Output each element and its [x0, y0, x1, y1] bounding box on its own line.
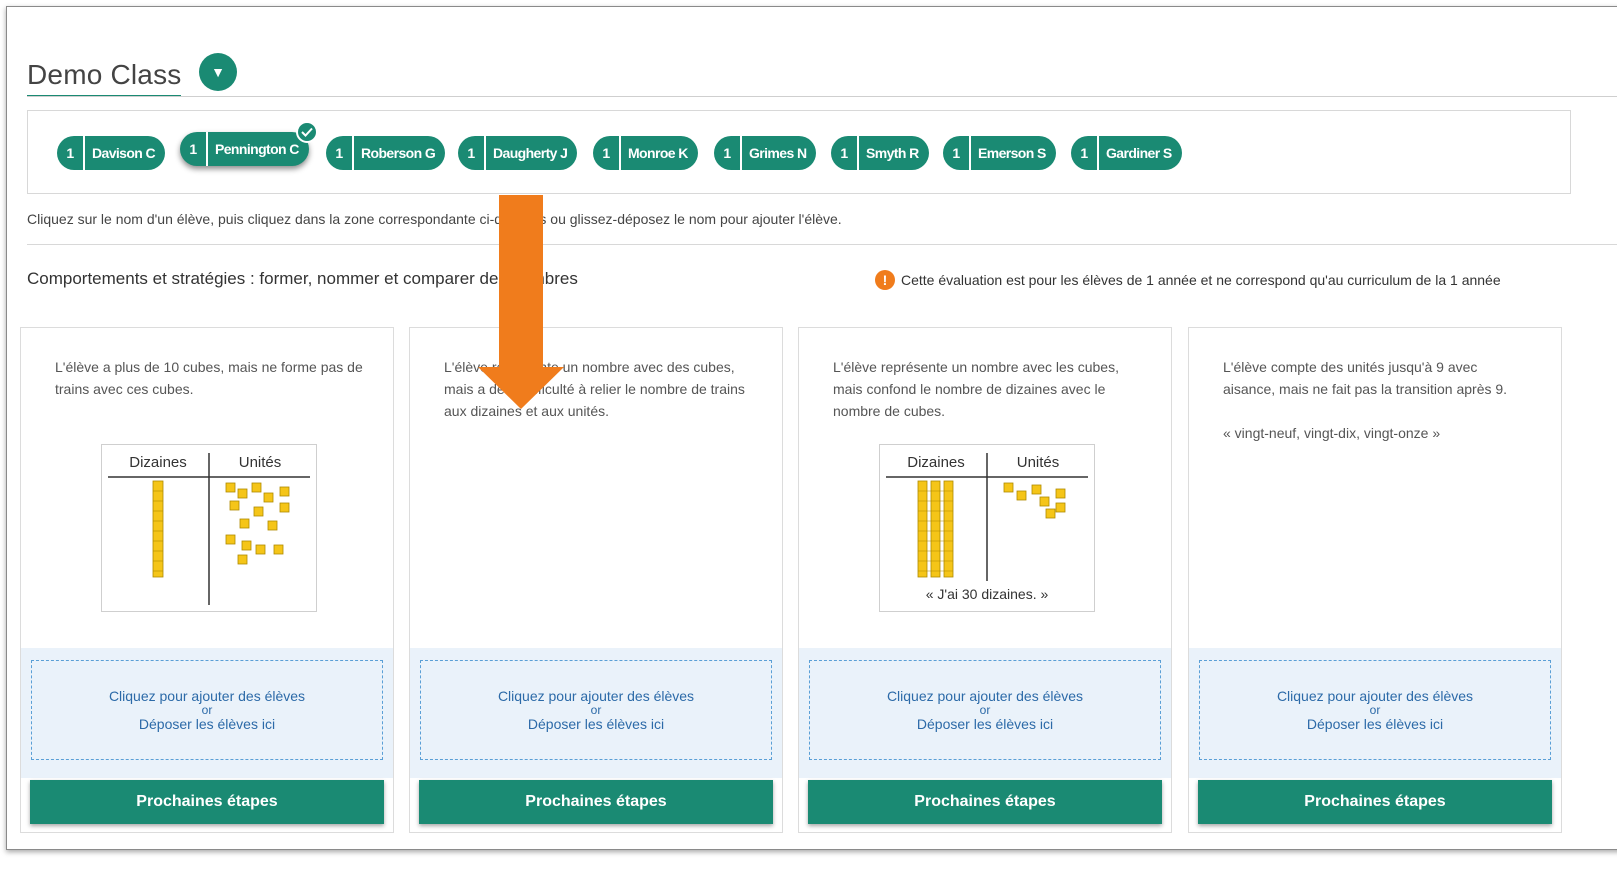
divider — [27, 96, 1617, 97]
selected-check-icon — [295, 121, 318, 143]
grade-badge: 1 — [180, 132, 208, 166]
example-quote: « vingt-neuf, vingt-dix, vingt-onze » — [1223, 425, 1441, 441]
student-name: Monroe K — [628, 145, 688, 161]
student-name: Roberson G — [361, 145, 436, 161]
app-frame: Demo Class ▼ 1 Davison C 1 Pennington C … — [6, 6, 1617, 850]
warning-icon: ! — [875, 270, 895, 290]
grade-warning: ! Cette évaluation est pour les élèves d… — [875, 270, 1501, 290]
card-description: L'élève compte des unités jusqu'à 9 avec… — [1223, 356, 1533, 444]
description-text: L'élève a plus de 10 cubes, mais ne form… — [55, 359, 363, 397]
grade-badge: 1 — [943, 136, 971, 170]
student-name: Daugherty J — [493, 145, 568, 161]
student-chip-monroe[interactable]: 1 Monroe K — [593, 136, 698, 170]
grade-badge: 1 — [1071, 136, 1099, 170]
student-chip-daugherty[interactable]: 1 Daugherty J — [458, 136, 578, 170]
student-chip-gardiner[interactable]: 1 Gardiner S — [1071, 136, 1182, 170]
class-dropdown-chevron-icon[interactable]: ▼ — [199, 53, 237, 91]
grade-badge: 1 — [458, 136, 486, 170]
description-text: L'élève représente un nombre avec des cu… — [444, 359, 745, 419]
behavior-card-3: L'élève représente un nombre avec les cu… — [798, 327, 1172, 833]
student-chip-pennington[interactable]: 1 Pennington C — [180, 121, 318, 166]
student-chip-davison[interactable]: 1 Davison C — [57, 136, 166, 170]
dropzone-or: or — [1369, 703, 1381, 717]
student-name: Gardiner S — [1106, 145, 1172, 161]
instruction-text: Cliquez sur le nom d'un élève, puis cliq… — [27, 211, 842, 227]
behavior-card-2: L'élève représente un nombre avec des cu… — [409, 327, 783, 833]
dropzone-drop-label: Déposer les élèves ici — [527, 716, 665, 732]
place-value-table-image: Dizaines Unités — [101, 444, 317, 612]
grade-badge: 1 — [326, 136, 354, 170]
dropzone-click-label: Cliquez pour ajouter des élèves — [497, 688, 695, 704]
student-chip-emerson[interactable]: 1 Emerson S — [943, 136, 1056, 170]
student-dropzone[interactable]: Cliquez pour ajouter des élèves or Dépos… — [420, 660, 772, 760]
student-name: Pennington C — [215, 141, 299, 157]
dropzone-drop-label: Déposer les élèves ici — [1306, 716, 1444, 732]
behavior-card-4: L'élève compte des unités jusqu'à 9 avec… — [1188, 327, 1562, 833]
next-steps-button[interactable]: Prochaines étapes — [30, 780, 384, 824]
behavior-card-1: L'élève a plus de 10 cubes, mais ne form… — [20, 327, 394, 833]
dropzone-click-label: Cliquez pour ajouter des élèves — [886, 688, 1084, 704]
student-dropzone[interactable]: Cliquez pour ajouter des élèves or Dépos… — [31, 660, 383, 760]
divider — [27, 244, 1617, 245]
dropzone-drop-label: Déposer les élèves ici — [916, 716, 1054, 732]
description-text: L'élève représente un nombre avec les cu… — [833, 359, 1119, 419]
card-description: L'élève a plus de 10 cubes, mais ne form… — [55, 356, 365, 400]
student-name: Smyth R — [866, 145, 919, 161]
dropzone-click-label: Cliquez pour ajouter des élèves — [1276, 688, 1474, 704]
dropzone-drop-label: Déposer les élèves ici — [138, 716, 276, 732]
next-steps-button[interactable]: Prochaines étapes — [1198, 780, 1552, 824]
student-chip-roberson[interactable]: 1 Roberson G — [326, 136, 446, 170]
table-caption: « J'ai 30 dizaines. » — [926, 586, 1049, 602]
student-chip-grimes[interactable]: 1 Grimes N — [714, 136, 817, 170]
dropzone-or: or — [590, 703, 602, 717]
warning-text: Cette évaluation est pour les élèves de … — [901, 272, 1501, 288]
student-dropzone[interactable]: Cliquez pour ajouter des élèves or Dépos… — [809, 660, 1161, 760]
student-name: Emerson S — [978, 145, 1046, 161]
class-title: Demo Class — [27, 59, 182, 97]
dropzone-or: or — [201, 703, 213, 717]
student-chip-smyth[interactable]: 1 Smyth R — [831, 136, 929, 170]
units-header: Unités — [1017, 454, 1060, 471]
next-steps-button[interactable]: Prochaines étapes — [808, 780, 1162, 824]
tens-header: Dizaines — [129, 454, 187, 471]
student-dropzone[interactable]: Cliquez pour ajouter des élèves or Dépos… — [1199, 660, 1551, 760]
tens-header: Dizaines — [907, 454, 965, 471]
grade-badge: 1 — [57, 136, 85, 170]
section-title: Comportements et stratégies : former, no… — [27, 269, 578, 288]
grade-badge: 1 — [831, 136, 859, 170]
units-header: Unités — [239, 454, 282, 471]
next-steps-button[interactable]: Prochaines étapes — [419, 780, 773, 824]
student-name: Grimes N — [749, 145, 807, 161]
student-name: Davison C — [92, 145, 156, 161]
student-list: 1 Davison C 1 Pennington C 1 Roberson G … — [27, 110, 1571, 194]
dropzone-or: or — [979, 703, 991, 717]
place-value-table-image: Dizaines Unités « J'ai 30 dizaines. » — [879, 444, 1095, 612]
description-text: L'élève compte des unités jusqu'à 9 avec… — [1223, 359, 1508, 397]
grade-badge: 1 — [714, 136, 742, 170]
card-description: L'élève représente un nombre avec les cu… — [833, 356, 1143, 422]
card-description: L'élève représente un nombre avec des cu… — [444, 356, 754, 422]
grade-badge: 1 — [593, 136, 621, 170]
dropzone-click-label: Cliquez pour ajouter des élèves — [108, 688, 306, 704]
